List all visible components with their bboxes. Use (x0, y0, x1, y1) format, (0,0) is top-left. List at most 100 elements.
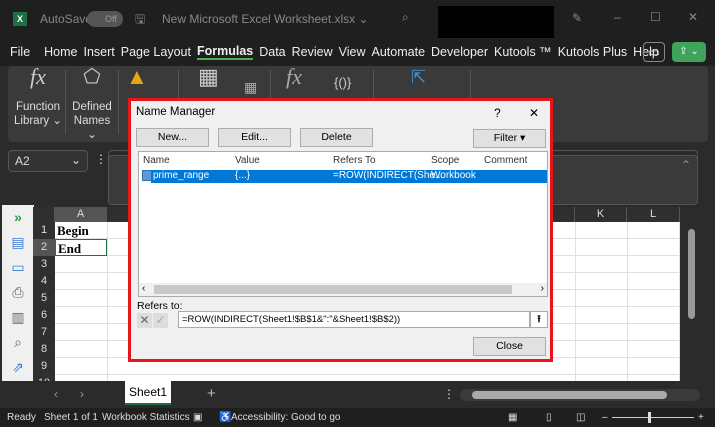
row-header-8[interactable]: 8 (33, 341, 55, 358)
list-horizontal-scrollbar[interactable]: ‹ › (139, 283, 547, 296)
column-list-icon[interactable]: ▥ (2, 305, 34, 330)
zoom-in-icon[interactable]: + (698, 412, 704, 423)
header-refers-to[interactable]: Refers To (333, 155, 376, 166)
zoom-slider[interactable] (612, 412, 694, 423)
header-comment[interactable]: Comment (484, 155, 527, 166)
add-sheet-icon[interactable]: + (207, 385, 216, 402)
find-icon[interactable]: ⌕ (2, 330, 34, 355)
close-window-button[interactable]: ✕ (688, 10, 698, 24)
item-name: prime_range (153, 170, 210, 181)
minimize-button[interactable]: – (614, 10, 621, 24)
lambda-icon[interactable]: {()} (334, 76, 351, 90)
header-name[interactable]: Name (143, 155, 170, 166)
vertical-scrollbar[interactable] (683, 207, 700, 381)
edit-button[interactable]: Edit... (218, 128, 291, 147)
column-header-a[interactable]: A (55, 207, 107, 222)
scroll-left-icon[interactable]: ‹ (142, 283, 145, 294)
delete-button[interactable]: Delete (300, 128, 373, 147)
help-button[interactable]: ? (494, 106, 501, 120)
dialog-close-x[interactable]: ✕ (529, 106, 539, 120)
row-header-5[interactable]: 5 (33, 290, 55, 307)
menu-page-layout[interactable]: Page Layout (121, 45, 191, 59)
cell-a1[interactable]: Begin (55, 222, 107, 239)
sheet-tab-sheet1[interactable]: Sheet1 (125, 381, 171, 405)
name-manager-icon[interactable]: ▭ (2, 255, 34, 280)
share-button[interactable]: ⇪ ⌄ (672, 42, 706, 62)
list-item[interactable]: prime_range {...} =ROW(INDIRECT(She... W… (151, 170, 547, 183)
name-box[interactable]: A2 ⌄ (8, 150, 88, 172)
row-header-2[interactable]: 2 (33, 239, 55, 256)
horizontal-scrollbar[interactable] (460, 389, 700, 401)
select-all-corner[interactable] (33, 207, 55, 222)
defined-names-group[interactable]: ⬠ Defined Names ⌄ (68, 67, 116, 142)
page-layout-view-icon[interactable]: ▯ (546, 412, 552, 423)
accessibility-icon[interactable]: ♿ (219, 412, 231, 423)
row-header-7[interactable]: 7 (33, 324, 55, 341)
pen-icon[interactable]: ✎ (572, 11, 582, 25)
menu-developer[interactable]: Developer (431, 45, 488, 59)
menu-view[interactable]: View (339, 45, 366, 59)
row-header-1[interactable]: 1 (33, 222, 55, 239)
menu-home[interactable]: Home (44, 45, 77, 59)
menu-automate[interactable]: Automate (372, 45, 426, 59)
collapse-icon[interactable]: ⌃ (681, 158, 691, 172)
column-header-k[interactable]: K (575, 207, 627, 222)
autosave-toggle[interactable]: Off (87, 11, 123, 27)
vertical-scroll-thumb[interactable] (688, 229, 695, 319)
prev-sheet-icon[interactable]: ‹ (54, 387, 58, 401)
accessibility-status[interactable]: Accessibility: Good to go (231, 412, 341, 423)
refers-to-label: Refers to: (137, 300, 183, 312)
menu-review[interactable]: Review (292, 45, 333, 59)
sheet-tab-label: Sheet1 (128, 385, 168, 399)
trace-arrow-icon[interactable]: ⇱ (411, 68, 426, 86)
zoom-out-icon[interactable]: – (602, 412, 608, 423)
header-scope[interactable]: Scope (431, 155, 459, 166)
menu-formulas[interactable]: Formulas (196, 44, 254, 60)
function-library-group[interactable]: fx Function Library ⌄ (14, 64, 62, 128)
print-icon[interactable]: ⎙ (2, 280, 34, 305)
row-header-4[interactable]: 4 (33, 273, 55, 290)
workbook-icon[interactable]: ▤ (2, 230, 34, 255)
fx-insert-icon[interactable]: fx (286, 66, 302, 88)
next-sheet-icon[interactable]: › (80, 387, 84, 401)
close-button[interactable]: Close (473, 337, 546, 356)
row-header-9[interactable]: 9 (33, 358, 55, 375)
workbook-statistics[interactable]: Workbook Statistics (102, 412, 190, 423)
search-icon[interactable]: ⌕ (402, 10, 409, 25)
refers-to-input[interactable]: =ROW(INDIRECT(Sheet1!$B$1&":"&Sheet1!$B$… (178, 311, 530, 328)
list-scroll-thumb[interactable] (154, 285, 512, 294)
menu-kutools-plus[interactable]: Kutools Plus (558, 45, 627, 59)
calculator-icon[interactable]: ▦ (198, 66, 219, 88)
menu-insert[interactable]: Insert (84, 45, 115, 59)
macro-record-icon[interactable]: ▣ (193, 412, 202, 423)
scroll-right-icon[interactable]: › (541, 283, 544, 294)
horizontal-scroll-thumb[interactable] (472, 391, 667, 399)
names-list[interactable]: Name Value Refers To Scope Comment prime… (138, 151, 548, 297)
save-icon[interactable]: 🖫 (135, 10, 145, 31)
cancel-edit-icon[interactable]: ✕ (137, 313, 152, 328)
header-value[interactable]: Value (235, 155, 260, 166)
export-icon[interactable]: ⇗ (2, 355, 34, 380)
cell-a2[interactable]: End (55, 239, 107, 256)
tab-options-icon[interactable]: ⋮ (443, 387, 455, 401)
row-header-6[interactable]: 6 (33, 307, 55, 324)
menu-kutools[interactable]: Kutools ™ (494, 45, 552, 59)
file-name[interactable]: New Microsoft Excel Worksheet.xlsx ⌄ (162, 12, 369, 26)
zoom-slider-thumb[interactable] (648, 412, 651, 423)
maximize-button[interactable]: ☐ (650, 10, 661, 24)
menu-file[interactable]: File (10, 45, 30, 59)
confirm-edit-icon[interactable]: ✓ (153, 313, 168, 328)
small-calculator-icon[interactable]: ▦ (244, 80, 257, 94)
more-options-icon[interactable]: ⋮ (95, 152, 107, 166)
comments-button[interactable]: ▭ (643, 42, 665, 62)
fx-icon: fx (30, 64, 46, 89)
page-break-view-icon[interactable]: ◫ (576, 412, 585, 423)
menu-data[interactable]: Data (259, 45, 285, 59)
filter-button[interactable]: Filter ▾ (473, 129, 546, 148)
collapse-dialog-button[interactable]: ⭱ (530, 311, 548, 328)
expand-icon[interactable]: » (2, 205, 34, 230)
row-header-3[interactable]: 3 (33, 256, 55, 273)
new-button[interactable]: New... (136, 128, 209, 147)
normal-view-icon[interactable]: ▦ (508, 412, 517, 423)
column-header-l[interactable]: L (627, 207, 680, 222)
